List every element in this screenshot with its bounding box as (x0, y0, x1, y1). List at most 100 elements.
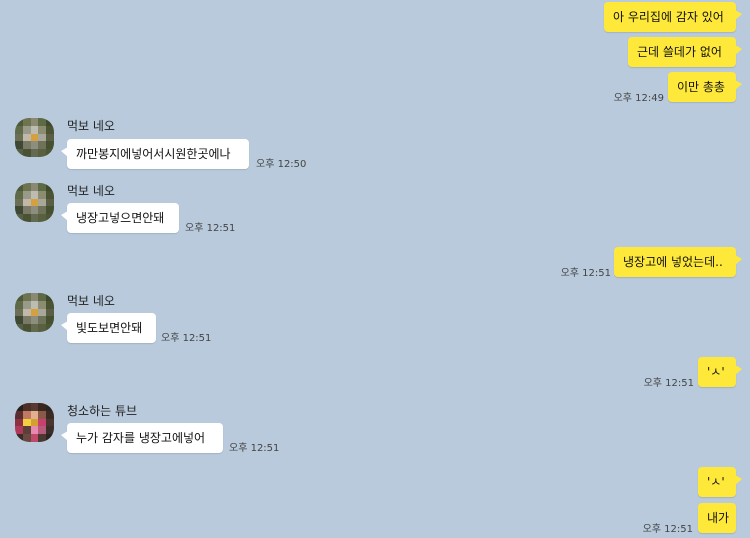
avatar-pixel (22, 293, 31, 301)
avatar-pixel (22, 125, 31, 134)
message-timestamp: 오후 12:51 (642, 524, 693, 535)
avatar-pixel (46, 293, 54, 301)
avatar-pixel (30, 308, 39, 317)
avatar-pixel (15, 206, 23, 215)
avatar-pixel (30, 300, 39, 309)
avatar-pixel (15, 410, 23, 419)
avatar-pixel (22, 149, 31, 157)
message-timestamp: 오후 12:51 (161, 333, 212, 344)
avatar-pixel (38, 403, 47, 411)
avatar-pixel (15, 149, 23, 157)
avatar-pixel (38, 434, 47, 442)
avatar-tube[interactable] (15, 403, 54, 442)
avatar-pixel (22, 214, 31, 222)
avatar-pixel (30, 198, 39, 207)
avatar-pixel (46, 183, 54, 191)
avatar-pixel (30, 418, 39, 427)
message-timestamp: 오후 12:51 (185, 223, 236, 234)
avatar-pixel (15, 125, 23, 134)
avatar-pixel (22, 190, 31, 199)
avatar-pixel (30, 206, 39, 215)
avatar-pixel (15, 190, 23, 199)
avatar-pixel (46, 198, 54, 207)
message-timestamp: 오후 12:49 (613, 93, 664, 104)
avatar-pixel (15, 403, 23, 411)
avatar-pixel (46, 434, 54, 442)
avatar-pixel (15, 183, 23, 191)
avatar-pixel (30, 141, 39, 150)
avatar-pixel (46, 206, 54, 215)
avatar-neo[interactable] (15, 293, 54, 332)
avatar-pixel (46, 410, 54, 419)
avatar-pixel (38, 214, 47, 222)
my-message-bubble[interactable]: 냉장고에 넣었는데.. (614, 247, 742, 277)
avatar-pixel (46, 133, 54, 142)
avatar-pixel (30, 183, 39, 191)
avatar-pixel (38, 293, 47, 301)
avatar-pixel (22, 426, 31, 435)
message-timestamp: 오후 12:50 (256, 159, 307, 170)
my-message-bubble[interactable]: 'ㅅ' (698, 467, 742, 497)
avatar-pixel (38, 410, 47, 419)
avatar-pixel (38, 300, 47, 309)
avatar-pixel (22, 403, 31, 411)
avatar-pixel (46, 125, 54, 134)
avatar-pixel (22, 183, 31, 191)
my-message-bubble[interactable]: 내가 (698, 503, 736, 533)
avatar-pixel (46, 316, 54, 325)
avatar-pixel (15, 418, 23, 427)
avatar-pixel (22, 324, 31, 332)
message-timestamp: 오후 12:51 (560, 268, 611, 279)
avatar-pixel (38, 149, 47, 157)
sender-name: 먹보 네오 (67, 184, 115, 198)
my-message-bubble[interactable]: 'ㅅ' (698, 357, 742, 387)
avatar-pixel (46, 418, 54, 427)
avatar-pixel (38, 206, 47, 215)
avatar-pixel (15, 214, 23, 222)
other-message-bubble[interactable]: 누가 감자를 냉장고에넣어 (61, 423, 223, 453)
avatar-pixel (15, 118, 23, 126)
avatar-pixel (38, 125, 47, 134)
my-message-bubble[interactable]: 아 우리집에 감자 있어 (604, 2, 742, 32)
sender-name: 먹보 네오 (67, 119, 115, 133)
avatar-pixel (46, 141, 54, 150)
avatar-pixel (46, 308, 54, 317)
avatar-pixel (46, 118, 54, 126)
avatar-pixel (22, 300, 31, 309)
avatar-pixel (46, 403, 54, 411)
avatar-pixel (15, 308, 23, 317)
my-message-bubble[interactable]: 이만 총총 (668, 72, 742, 102)
avatar-neo[interactable] (15, 118, 54, 157)
avatar-pixel (30, 125, 39, 134)
sender-name: 청소하는 튜브 (67, 404, 138, 418)
avatar-pixel (15, 426, 23, 435)
avatar-pixel (46, 324, 54, 332)
avatar-pixel (46, 214, 54, 222)
avatar-pixel (15, 324, 23, 332)
sender-name: 먹보 네오 (67, 294, 115, 308)
my-message-bubble[interactable]: 근데 쓸데가 없어 (628, 37, 742, 67)
other-message-bubble[interactable]: 빛도보면안돼 (61, 313, 156, 343)
avatar-pixel (15, 293, 23, 301)
avatar-pixel (30, 434, 39, 442)
avatar-pixel (46, 426, 54, 435)
avatar-pixel (15, 316, 23, 325)
avatar-pixel (30, 293, 39, 301)
avatar-pixel (22, 410, 31, 419)
avatar-pixel (30, 316, 39, 325)
avatar-pixel (30, 149, 39, 157)
avatar-pixel (46, 300, 54, 309)
other-message-bubble[interactable]: 까만봉지에넣어서시원한곳에나 (61, 139, 249, 169)
avatar-pixel (15, 133, 23, 142)
avatar-pixel (30, 214, 39, 222)
avatar-pixel (38, 308, 47, 317)
avatar-pixel (22, 434, 31, 442)
avatar-pixel (30, 426, 39, 435)
avatar-pixel (22, 308, 31, 317)
avatar-pixel (22, 418, 31, 427)
other-message-bubble[interactable]: 냉장고넣으면안돼 (61, 203, 179, 233)
avatar-neo[interactable] (15, 183, 54, 222)
avatar-pixel (38, 133, 47, 142)
avatar-pixel (46, 149, 54, 157)
avatar-pixel (30, 410, 39, 419)
